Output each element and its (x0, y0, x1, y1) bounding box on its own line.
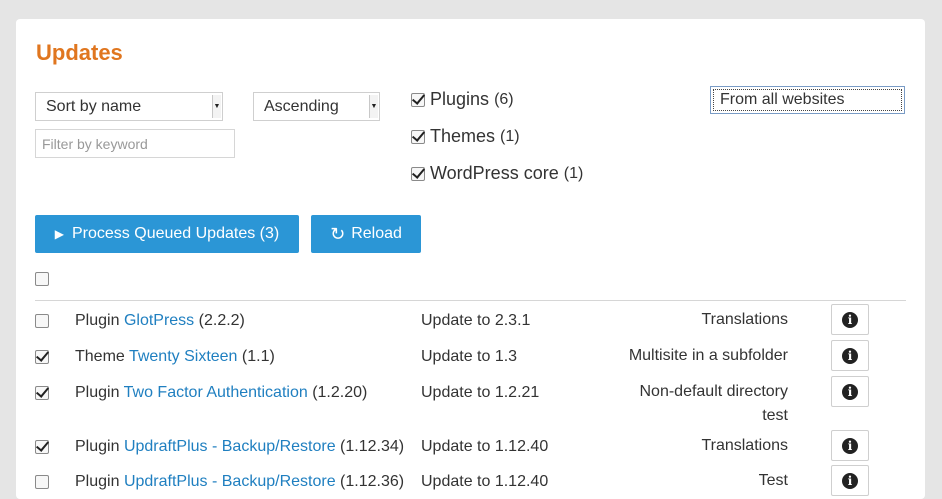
item-link[interactable]: Two Factor Authentication (124, 384, 308, 401)
site-name: Translations (701, 308, 788, 332)
keyword-filter-input[interactable] (35, 129, 235, 158)
core-checkbox[interactable] (411, 166, 425, 181)
chevron-down-icon: ▼ (369, 95, 378, 118)
item-type: Plugin (75, 312, 120, 329)
site-line: Translations (701, 311, 788, 328)
filter-plugins[interactable]: Plugins (6) (411, 89, 514, 110)
update-version: Update to 1.2.21 (421, 384, 540, 401)
update-item: Plugin UpdraftPlus - Backup/Restore (1.1… (75, 438, 404, 456)
update-item: Plugin GlotPress (2.2.2) (75, 312, 245, 330)
site-name: Multisite in a subfolder (629, 344, 788, 368)
themes-label: Themes (430, 126, 496, 146)
themes-checkbox[interactable] (411, 129, 425, 144)
row-checkbox[interactable] (35, 440, 49, 454)
site-line: test (762, 407, 788, 424)
divider (35, 300, 906, 301)
item-type: Plugin (75, 473, 120, 490)
info-circle-icon: i (842, 311, 858, 328)
item-type: Plugin (75, 438, 120, 455)
info-circle-icon: i (842, 383, 858, 400)
item-version: (2.2.2) (198, 312, 245, 329)
process-queued-updates-button[interactable]: ▶ Process Queued Updates (3) (35, 215, 299, 253)
item-link[interactable]: Twenty Sixteen (129, 348, 238, 365)
item-link[interactable]: UpdraftPlus - Backup/Restore (124, 438, 336, 455)
plugins-checkbox[interactable] (411, 92, 425, 107)
site-name: Translations (701, 434, 788, 458)
info-button[interactable]: i (831, 340, 869, 371)
page-title: Updates (36, 40, 123, 65)
sort-select-value: Sort by name (46, 98, 142, 115)
info-button[interactable]: i (831, 304, 869, 335)
site-line: Multisite in a subfolder (628, 347, 788, 364)
info-circle-icon: i (842, 347, 858, 364)
order-select-value: Ascending (264, 98, 339, 115)
order-select[interactable]: Ascending ▼ (253, 92, 380, 121)
reload-button[interactable]: ↻ Reload (311, 215, 421, 253)
item-link[interactable]: UpdraftPlus - Backup/Restore (124, 473, 336, 490)
item-version: (1.2.20) (312, 384, 368, 401)
websites-select[interactable]: From all websites (710, 86, 905, 114)
core-label: WordPress core (430, 163, 559, 183)
core-count: (1) (563, 164, 584, 182)
websites-select-value: From all websites (720, 91, 845, 108)
update-item: Plugin UpdraftPlus - Backup/Restore (1.1… (75, 473, 404, 491)
row-checkbox[interactable] (35, 475, 49, 489)
filter-themes[interactable]: Themes (1) (411, 126, 520, 147)
process-button-label: Process Queued Updates (3) (72, 225, 280, 242)
site-line: Non-default directory (639, 383, 788, 400)
info-button[interactable]: i (831, 430, 869, 461)
site-line: Test (758, 472, 788, 489)
info-button[interactable]: i (831, 465, 869, 496)
site-line: Translations (701, 437, 788, 454)
update-item: Theme Twenty Sixteen (1.1) (75, 348, 275, 366)
filter-core[interactable]: WordPress core (1) (411, 163, 583, 184)
plugins-count: (6) (494, 90, 514, 108)
row-checkbox[interactable] (35, 386, 49, 400)
sort-select[interactable]: Sort by name ▼ (35, 92, 223, 121)
info-circle-icon: i (842, 437, 858, 454)
refresh-icon: ↻ (330, 223, 346, 244)
item-type: Plugin (75, 384, 120, 401)
update-item: Plugin Two Factor Authentication (1.2.20… (75, 384, 367, 402)
row-checkbox[interactable] (35, 314, 49, 328)
update-version: Update to 2.3.1 (421, 312, 531, 329)
update-version: Update to 1.12.40 (421, 438, 549, 455)
row-checkbox[interactable] (35, 350, 49, 364)
item-version: (1.12.36) (340, 473, 405, 490)
select-all-checkbox[interactable] (35, 272, 49, 286)
themes-count: (1) (500, 127, 520, 145)
item-type: Theme (75, 348, 125, 365)
item-link[interactable]: GlotPress (124, 312, 194, 329)
update-version: Update to 1.12.40 (421, 473, 549, 490)
chevron-down-icon: ▼ (212, 95, 221, 118)
info-circle-icon: i (842, 472, 858, 489)
play-icon: ▶ (54, 227, 64, 241)
item-version: (1.1) (241, 348, 275, 365)
reload-button-label: Reload (351, 225, 402, 242)
site-name: Test (759, 469, 788, 493)
info-button[interactable]: i (831, 376, 869, 407)
update-version: Update to 1.3 (421, 348, 518, 365)
plugins-label: Plugins (430, 89, 490, 109)
site-name: Non-default directory test (639, 380, 788, 428)
item-version: (1.12.34) (340, 438, 405, 455)
